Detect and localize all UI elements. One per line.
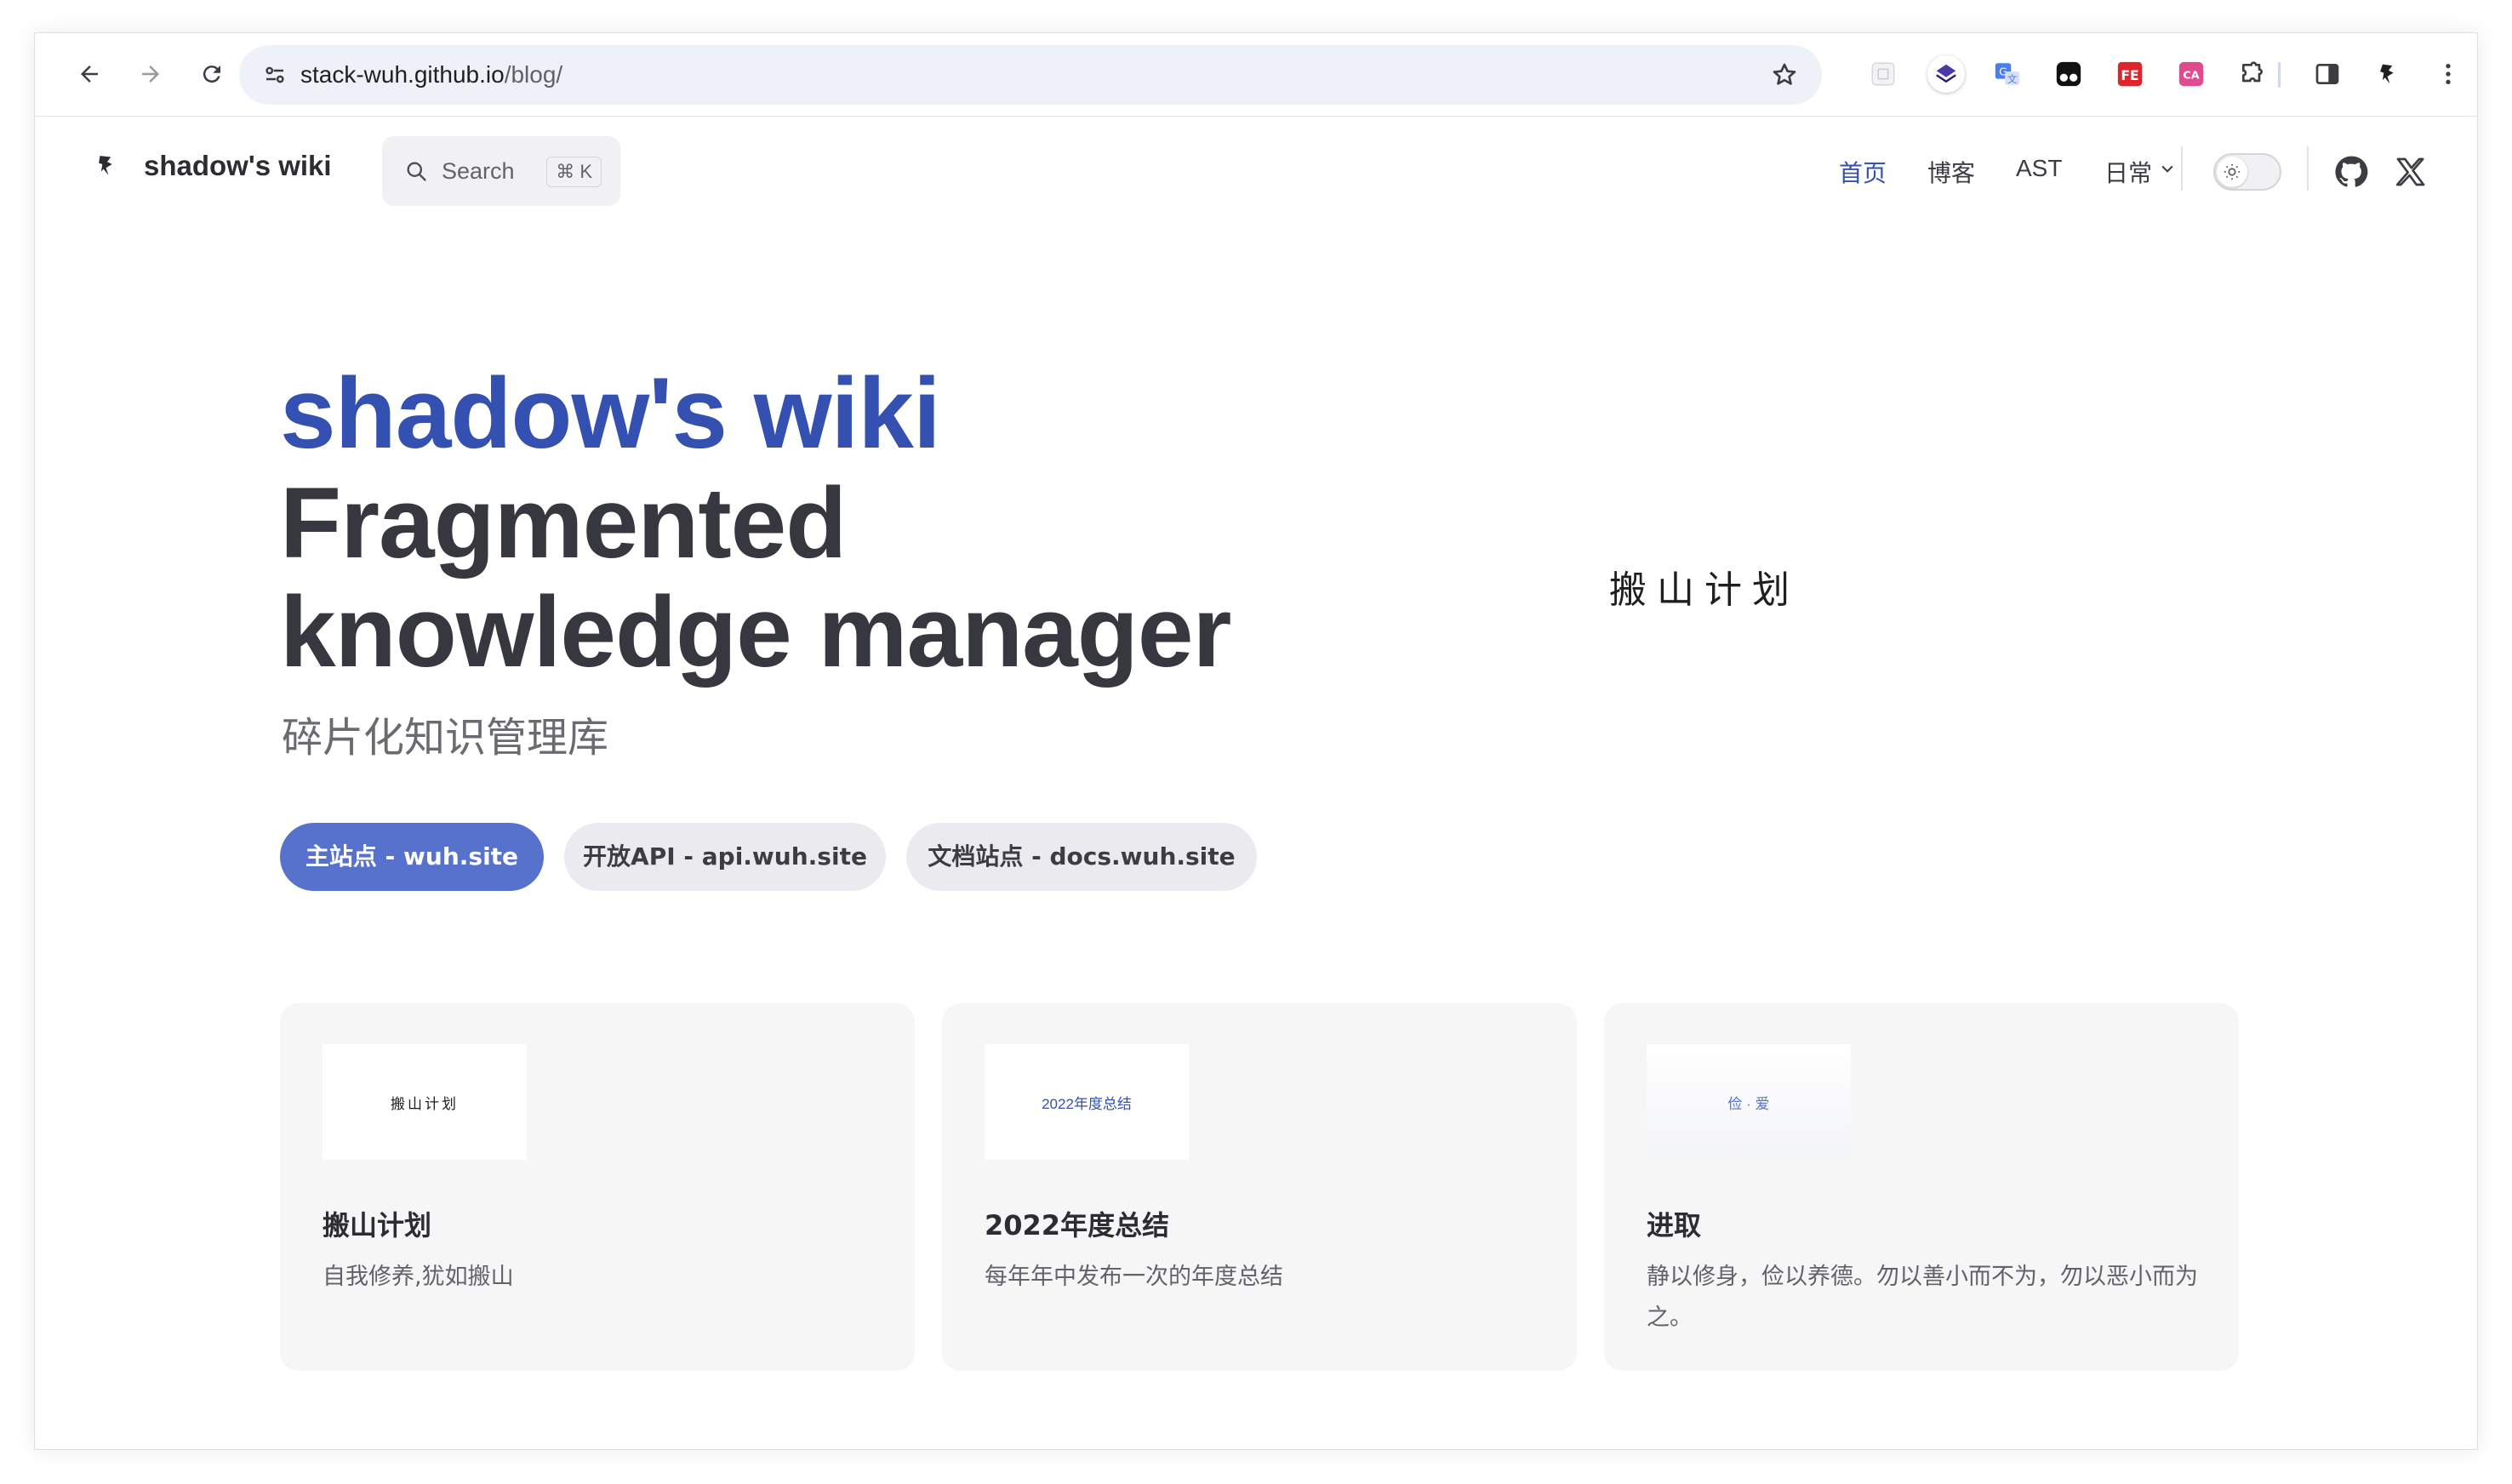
hero-text-line: Fragmented — [280, 467, 847, 579]
hero-tagline: 碎片化知识管理库 — [282, 714, 609, 762]
feature-details: 自我修养,犹如搬山 — [323, 1264, 514, 1290]
svg-text:文: 文 — [2007, 73, 2017, 85]
site-header: shadow's wiki Search ⌘ K 首页 博客 AST 日常 — [35, 117, 2477, 221]
bookmark-star-icon[interactable] — [1767, 58, 1801, 92]
fe-helper-extension-icon[interactable]: FE — [2113, 57, 2147, 91]
theme-toggle-switch[interactable] — [2213, 153, 2281, 191]
tampermonkey-extension-icon[interactable] — [2052, 57, 2086, 91]
forward-arrow-icon — [142, 66, 159, 83]
feature-details: 静以修身，俭以养德。勿以善小而不为，勿以恶小而为之。 — [1647, 1264, 2198, 1331]
url-text: stack-wuh.github.io/blog/ — [300, 61, 562, 88]
search-button[interactable]: Search ⌘ K — [382, 136, 620, 206]
toolbar-separator — [2278, 62, 2281, 88]
grid-extension-icon[interactable] — [1866, 57, 1900, 91]
translate-extension-icon[interactable]: G文 — [1990, 57, 2024, 91]
feature-title: 2022年度总结 — [985, 1209, 1170, 1241]
action-docs-site-button[interactable]: 文档站点 - docs.wuh.site — [906, 823, 1257, 891]
nav-blog[interactable]: 博客 — [1927, 155, 1975, 189]
address-bar[interactable]: stack-wuh.github.io/blog/ — [239, 45, 1822, 105]
feature-title: 搬山计划 — [323, 1209, 432, 1241]
search-label: Search — [442, 157, 515, 184]
layers-extension-icon[interactable] — [1927, 55, 1965, 93]
action-open-api-button[interactable]: 开放API - api.wuh.site — [564, 823, 886, 891]
forward-button[interactable] — [132, 55, 169, 93]
x-twitter-icon[interactable] — [2392, 153, 2429, 191]
feature-image: 俭 · 爱 — [1647, 1044, 1851, 1160]
nav-daily-dropdown[interactable]: 日常 — [2104, 155, 2152, 189]
browser-window: stack-wuh.github.io/blog/ G文 FE CA shado… — [34, 32, 2478, 1450]
hero-text: Fragmented knowledge manager — [280, 469, 1471, 687]
feature-image: 搬山计划 — [323, 1044, 527, 1160]
site-logo-icon[interactable] — [93, 150, 122, 179]
translate-ca-extension-icon[interactable]: CA — [2174, 57, 2208, 91]
site-title[interactable]: shadow's wiki — [144, 150, 332, 182]
nav-home[interactable]: 首页 — [1839, 155, 1887, 189]
feature-image: 2022年度总结 — [985, 1044, 1189, 1160]
search-icon — [402, 157, 430, 185]
feature-card[interactable]: 俭 · 爱 进取 静以修身，俭以养德。勿以善小而不为，勿以恶小而为之。 — [1604, 1003, 2239, 1371]
svg-text:FE: FE — [2121, 68, 2138, 83]
nav-ast[interactable]: AST — [2016, 155, 2062, 182]
search-shortcut-key: ⌘ K — [546, 157, 602, 187]
site-settings-icon[interactable] — [258, 58, 292, 92]
hero-text-line: knowledge manager — [280, 576, 1231, 688]
side-panel-icon[interactable] — [2310, 57, 2344, 91]
back-button[interactable] — [71, 55, 108, 93]
browser-toolbar: stack-wuh.github.io/blog/ G文 FE CA — [35, 33, 2477, 117]
feature-title: 进取 — [1647, 1209, 1702, 1241]
more-menu-icon[interactable] — [2431, 57, 2465, 91]
feature-details: 每年年中发布一次的年度总结 — [985, 1264, 1283, 1290]
reload-button[interactable] — [193, 55, 231, 93]
hero-name: shadow's wiki — [280, 357, 941, 470]
feature-card[interactable]: 搬山计划 搬山计划 自我修养,犹如搬山 — [280, 1003, 915, 1371]
chevron-down-icon — [2161, 165, 2173, 173]
header-divider — [2307, 146, 2309, 191]
puzzle-extensions-icon[interactable] — [2235, 57, 2269, 91]
action-main-site-button[interactable]: 主站点 - wuh.site — [280, 823, 544, 891]
profile-avatar-icon[interactable] — [2372, 57, 2406, 91]
sun-icon — [2217, 157, 2247, 187]
url-path: /blog/ — [504, 61, 563, 88]
github-icon[interactable] — [2332, 153, 2370, 191]
header-divider — [2181, 146, 2183, 191]
feature-card[interactable]: 2022年度总结 2022年度总结 每年年中发布一次的年度总结 — [942, 1003, 1577, 1371]
hero-image-text: 搬山计划 — [1609, 568, 1800, 612]
back-arrow-icon — [81, 66, 98, 83]
svg-text:CA: CA — [2183, 70, 2199, 83]
url-host: stack-wuh.github.io — [300, 61, 505, 88]
reload-icon — [203, 66, 220, 83]
